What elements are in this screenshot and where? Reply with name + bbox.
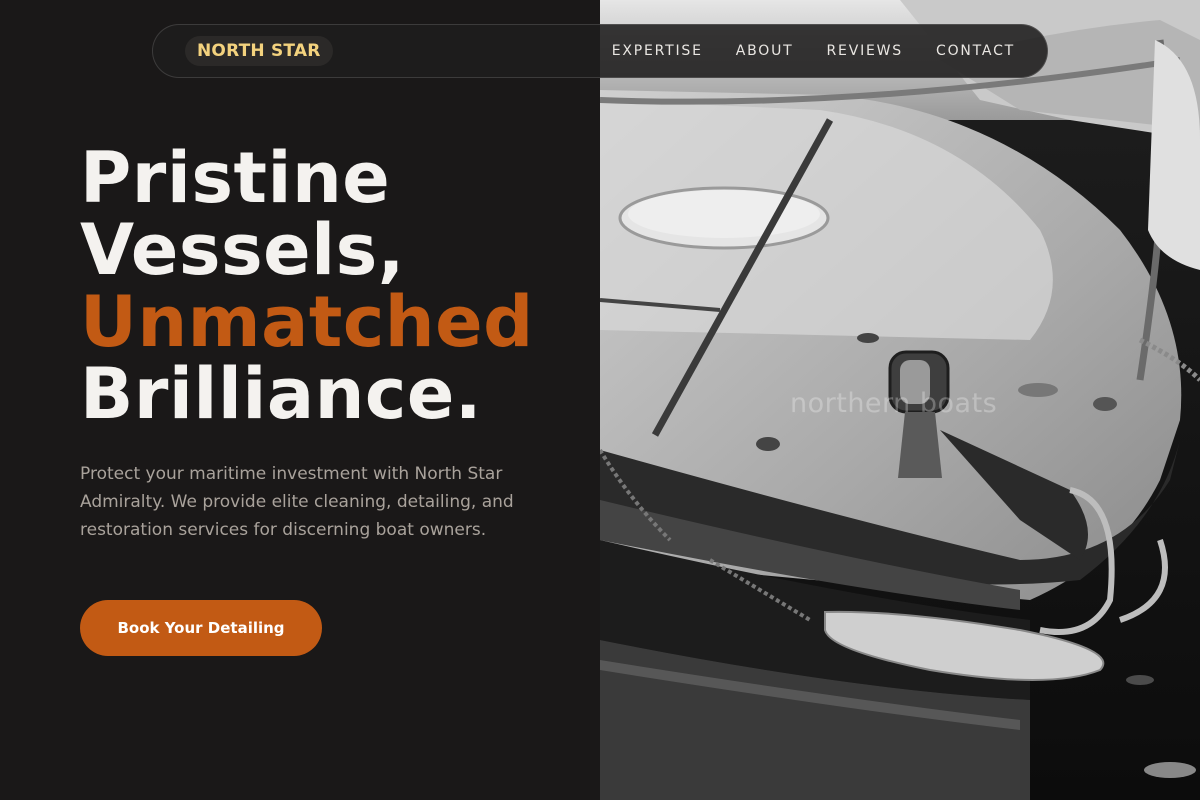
nav-link-expertise[interactable]: EXPERTISE bbox=[612, 43, 703, 59]
nav-link-contact[interactable]: CONTACT bbox=[936, 43, 1015, 59]
book-detailing-button[interactable]: Book Your Detailing bbox=[80, 600, 322, 656]
hero-section: Pristine Vessels, Unmatched Brilliance. … bbox=[80, 142, 580, 544]
top-navbar: NORTH STAR EXPERTISE ABOUT REVIEWS CONTA… bbox=[152, 24, 1048, 78]
hero-description: Protect your maritime investment with No… bbox=[80, 464, 514, 540]
nav-links: EXPERTISE ABOUT REVIEWS CONTACT bbox=[612, 43, 1015, 59]
headline-line-2: Vessels, bbox=[80, 209, 405, 291]
headline-line-1: Pristine bbox=[80, 137, 391, 219]
nav-link-about[interactable]: ABOUT bbox=[736, 43, 794, 59]
hero-headline: Pristine Vessels, Unmatched Brilliance. bbox=[80, 142, 580, 430]
landing-page: northern boats NORTH STAR EXPERTISE ABOU… bbox=[0, 0, 1200, 800]
headline-accent: Unmatched bbox=[80, 281, 534, 363]
brand-logo[interactable]: NORTH STAR bbox=[185, 36, 333, 66]
headline-line-4: Brilliance. bbox=[80, 353, 482, 435]
hero-photo: northern boats bbox=[600, 0, 1200, 800]
nav-link-reviews[interactable]: REVIEWS bbox=[827, 43, 903, 59]
photo-watermark: northern boats bbox=[790, 388, 998, 419]
